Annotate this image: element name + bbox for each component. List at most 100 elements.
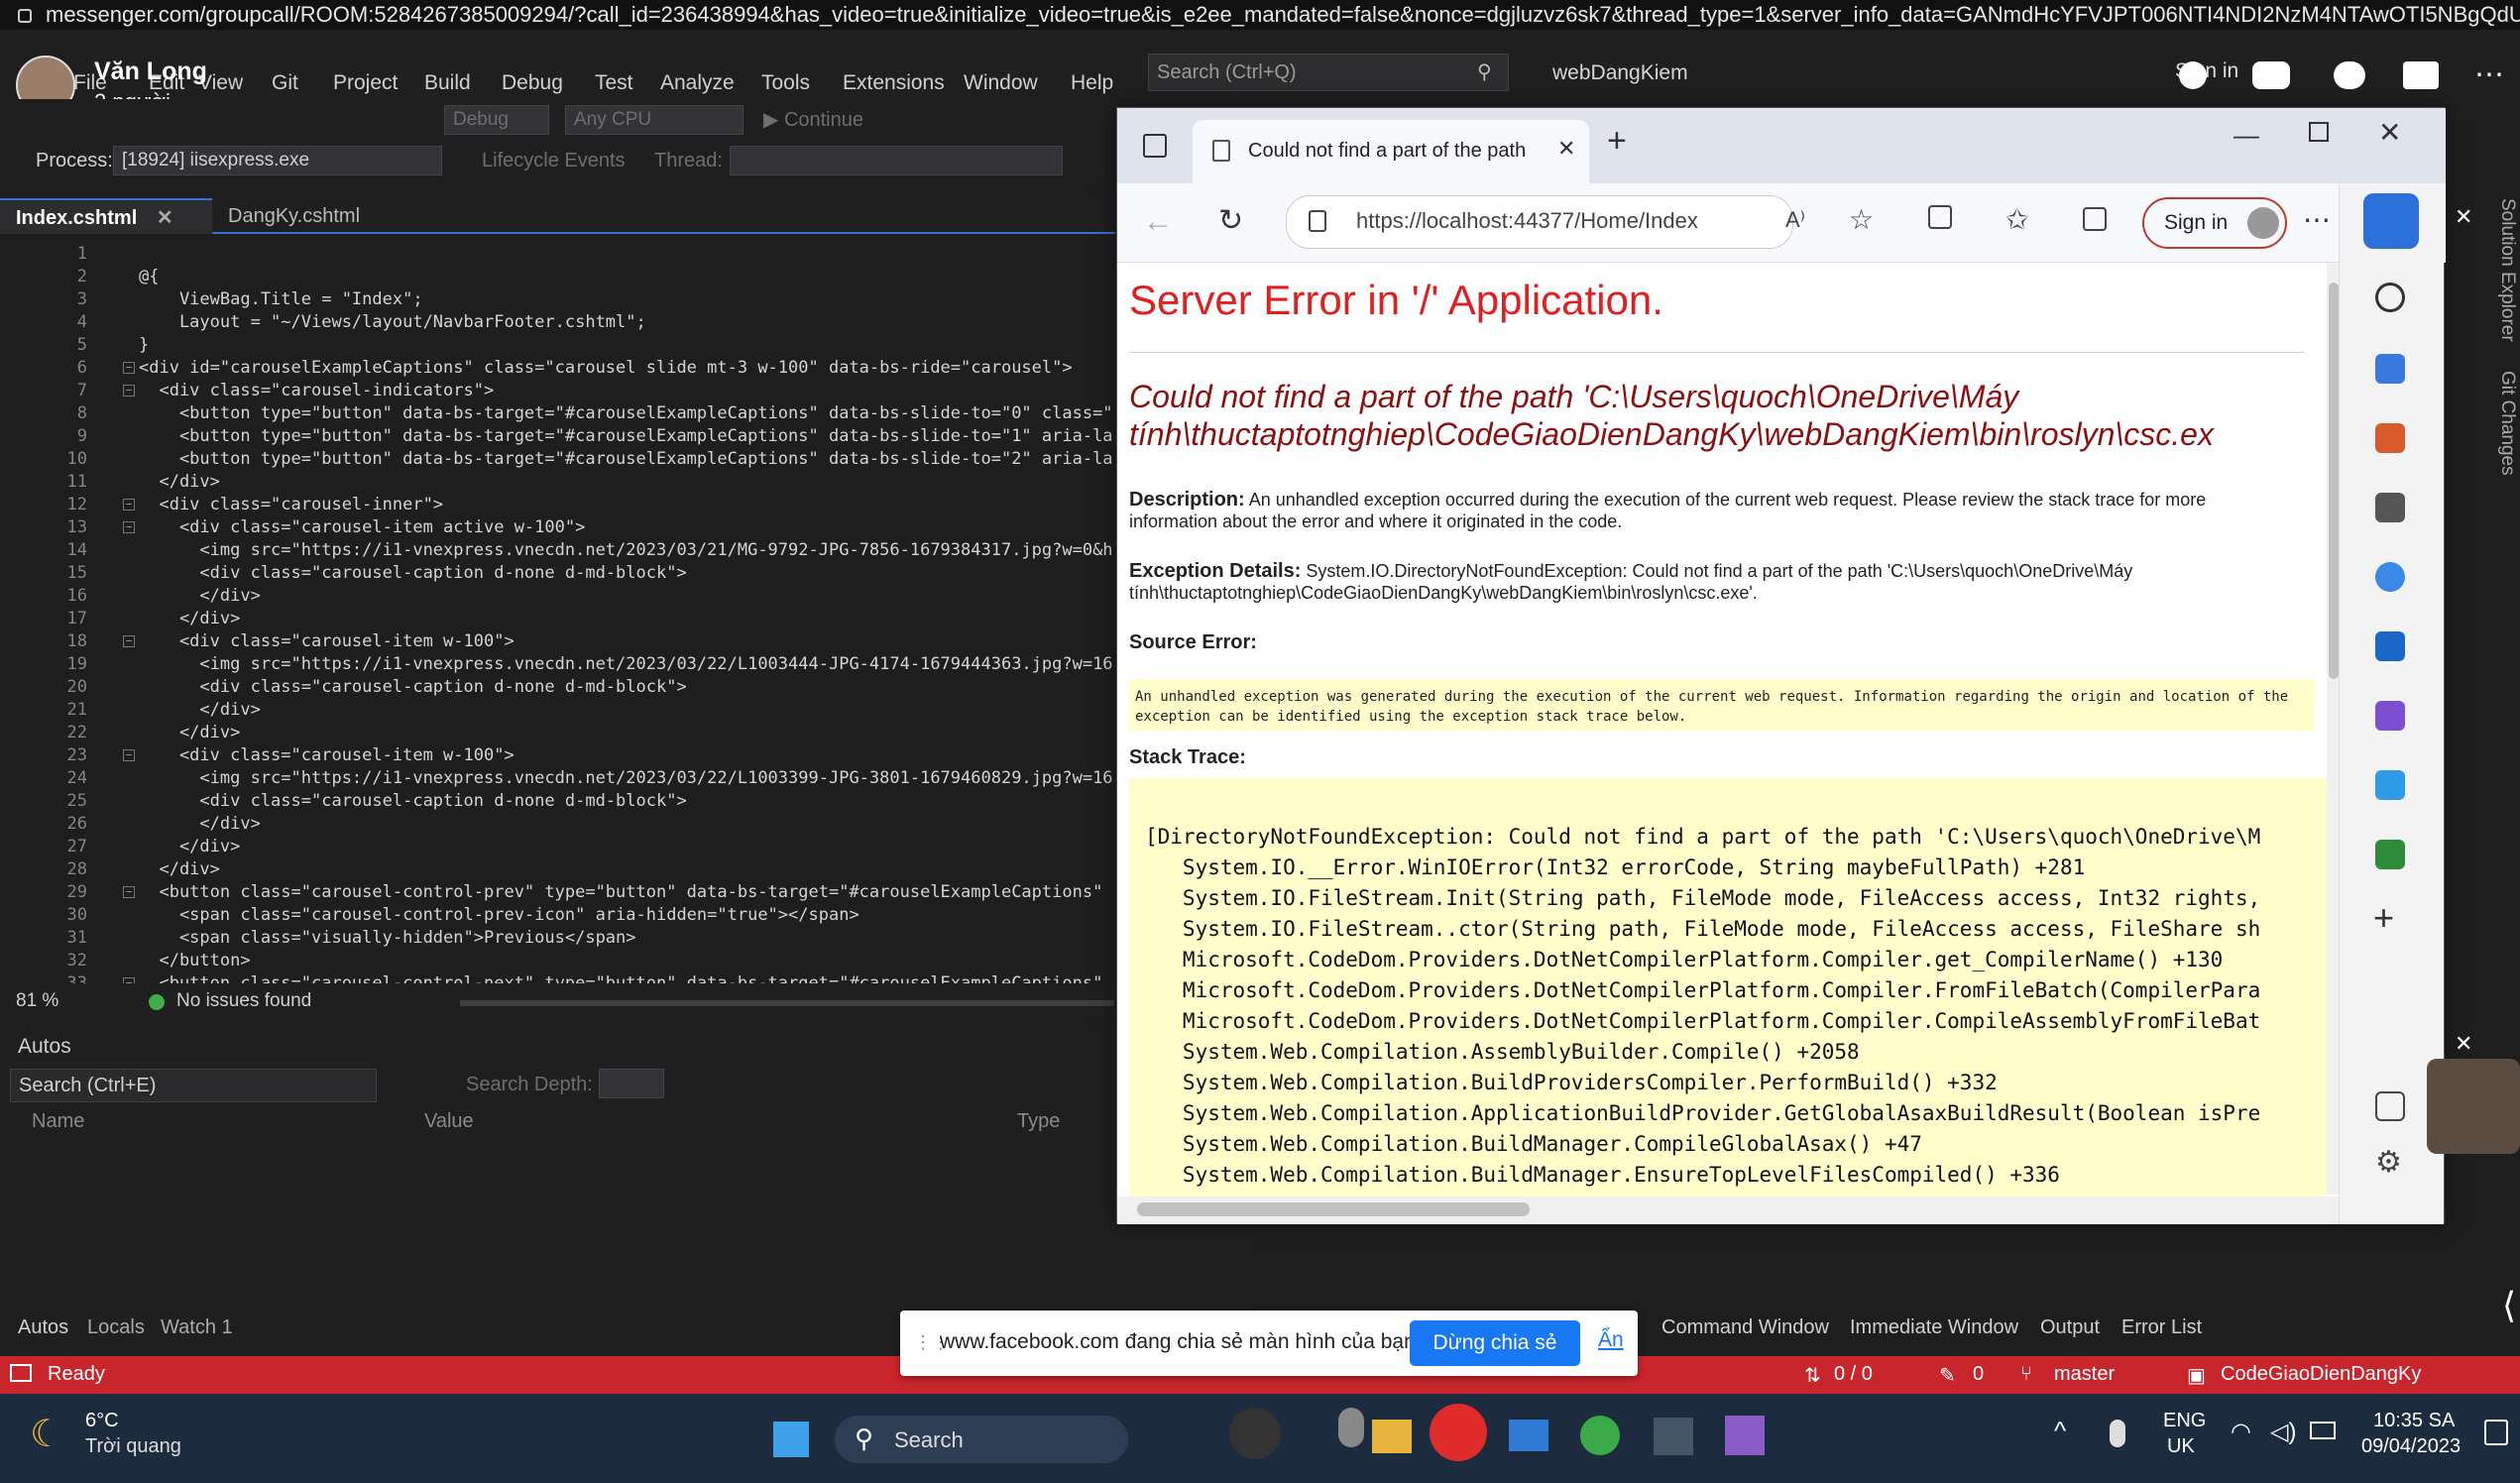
code-line[interactable]: </div> — [139, 609, 240, 628]
back-icon[interactable]: ← — [1143, 205, 1173, 239]
code-line[interactable]: <button type="button" data-bs-target="#c… — [139, 403, 1113, 423]
mic-tray-icon[interactable] — [2110, 1420, 2125, 1447]
fold-icon[interactable]: − — [123, 635, 135, 647]
refresh-icon[interactable]: ↻ — [1218, 203, 1243, 238]
repo-name[interactable]: CodeGiaoDienDangKy — [2221, 1363, 2421, 1386]
code-line[interactable]: <button type="button" data-bs-target="#c… — [139, 426, 1113, 446]
address-input[interactable]: https://localhost:44377/Home/Index — [1286, 195, 1793, 249]
code-line[interactable]: <div id="carouselExampleCaptions" class=… — [139, 358, 1073, 378]
clock-date[interactable]: 09/04/2023 — [2361, 1435, 2461, 1458]
code-line[interactable]: </div> — [139, 837, 240, 856]
office-icon[interactable] — [2375, 562, 2405, 592]
bing-icon[interactable] — [2363, 193, 2419, 249]
clock-time[interactable]: 10:35 SA — [2373, 1410, 2455, 1432]
maximize-icon[interactable] — [2309, 122, 2329, 142]
tab-error-list[interactable]: Error List — [2121, 1316, 2202, 1339]
play-icon[interactable] — [2403, 61, 2439, 89]
extensions-icon[interactable] — [1928, 205, 1952, 229]
code-line[interactable]: </div> — [139, 723, 240, 742]
code-line[interactable]: <div class="carousel-caption d-none d-md… — [139, 677, 686, 697]
close-panel-icon[interactable]: ✕ — [2455, 204, 2472, 230]
code-line[interactable]: @{ — [139, 267, 159, 286]
battery-icon[interactable] — [2310, 1422, 2336, 1439]
autos-search-input[interactable]: Search (Ctrl+E) — [10, 1069, 377, 1102]
horizontal-scrollbar[interactable] — [1117, 1197, 2339, 1224]
collections-icon[interactable] — [2083, 207, 2107, 231]
search-depth-select[interactable] — [599, 1069, 664, 1098]
taskbar-search[interactable]: ⚲ Search — [835, 1416, 1128, 1463]
menu-analyze[interactable]: Analyze — [660, 71, 735, 95]
new-tab-icon[interactable]: + — [1607, 122, 1627, 161]
signin-button[interactable]: Sign in — [2142, 197, 2287, 249]
code-line[interactable]: </div> — [139, 859, 219, 879]
search-icon[interactable] — [2375, 283, 2405, 312]
platform-select[interactable]: Any CPU — [565, 105, 744, 135]
code-line[interactable]: <button type="button" data-bs-target="#c… — [139, 449, 1113, 469]
branch-name[interactable]: master — [2054, 1363, 2115, 1386]
games-icon[interactable] — [2375, 493, 2405, 522]
code-line[interactable]: <div class="carousel-caption d-none d-md… — [139, 563, 686, 583]
continue-button[interactable]: ▶ Continue — [763, 107, 863, 132]
tree-icon[interactable] — [2375, 840, 2405, 869]
menu-debug[interactable]: Debug — [502, 71, 563, 95]
tab-autos[interactable]: Autos — [18, 1316, 68, 1339]
horizontal-scrollbar[interactable] — [460, 1000, 1114, 1006]
code-line[interactable]: <img src="https://i1-vnexpress.vnecdn.ne… — [139, 654, 1112, 674]
code-editor[interactable]: 1 2 @{3 ViewBag.Title = "Index"; 4 Layout =… — [0, 234, 1115, 983]
tab-output[interactable]: Output — [2040, 1316, 2100, 1339]
outlook-icon[interactable] — [2375, 631, 2405, 661]
minimize-icon[interactable]: — — [2234, 120, 2259, 151]
menu-window[interactable]: Window — [964, 71, 1038, 95]
notification-icon[interactable] — [2484, 1420, 2508, 1445]
more-icon[interactable]: ⋯ — [2303, 203, 2331, 236]
mail-icon[interactable] — [1509, 1420, 1548, 1451]
tab-locals[interactable]: Locals — [87, 1316, 145, 1339]
lang-2[interactable]: UK — [2167, 1435, 2195, 1458]
wifi-icon[interactable]: ◠ — [2231, 1418, 2251, 1446]
code-line[interactable]: <button class="carousel-control-prev" ty… — [139, 882, 1102, 902]
code-line[interactable]: <div class="carousel-item active w-100"> — [139, 517, 585, 537]
chrome-icon[interactable] — [1580, 1416, 1620, 1455]
fold-icon[interactable]: − — [123, 362, 135, 374]
code-line[interactable]: </div> — [139, 700, 260, 720]
code-line[interactable]: <span class="carousel-control-prev-icon"… — [139, 905, 859, 925]
vs-search-input[interactable]: Search (Ctrl+Q) — [1148, 54, 1509, 91]
tab-command-window[interactable]: Command Window — [1661, 1316, 1829, 1339]
code-line[interactable]: <span class="visually-hidden">Previous</… — [139, 928, 636, 948]
file-explorer-icon[interactable] — [1372, 1420, 1412, 1453]
end-call-button[interactable] — [1430, 1404, 1487, 1461]
col-name[interactable]: Name — [32, 1110, 84, 1133]
fold-icon[interactable]: − — [123, 499, 135, 511]
close-icon[interactable]: ✕ — [157, 207, 173, 229]
close-tab-icon[interactable]: ✕ — [1557, 136, 1575, 162]
camera-off-icon[interactable] — [1229, 1408, 1281, 1459]
fold-icon[interactable]: − — [123, 521, 135, 533]
tools-icon[interactable] — [2375, 423, 2405, 453]
col-type[interactable]: Type — [1017, 1110, 1060, 1133]
hscroll-thumb[interactable] — [1137, 1202, 1530, 1216]
code-line[interactable]: <img src="https://i1-vnexpress.vnecdn.ne… — [139, 540, 1112, 560]
chevron-left-icon[interactable]: ⟨ — [2502, 1285, 2516, 1326]
col-value[interactable]: Value — [424, 1110, 474, 1133]
fold-icon[interactable]: − — [123, 886, 135, 898]
gamepad-icon[interactable] — [2252, 61, 2290, 89]
process-select[interactable]: [18924] iisexpress.exe — [113, 146, 442, 175]
monitor-icon[interactable] — [1654, 1418, 1693, 1455]
send-icon[interactable] — [2375, 770, 2405, 800]
config-select[interactable]: Debug — [444, 105, 549, 135]
chevron-up-icon[interactable]: ^ — [2054, 1416, 2066, 1446]
close-webcam-icon[interactable]: ✕ — [2455, 1031, 2472, 1057]
tab-actions-icon[interactable] — [1143, 134, 1167, 158]
favorite-icon[interactable]: ☆ — [1849, 203, 1874, 236]
lang-1[interactable]: ENG — [2163, 1410, 2206, 1432]
stop-sharing-button[interactable]: Dừng chia sẻ — [1410, 1320, 1580, 1366]
code-line[interactable]: <div class="carousel-inner"> — [139, 495, 443, 514]
tab-watch[interactable]: Watch 1 — [161, 1316, 233, 1339]
menu-test[interactable]: Test — [595, 71, 633, 95]
browser-url-bar[interactable]: messenger.com/groupcall/ROOM:52842673850… — [0, 0, 2520, 30]
menu-help[interactable]: Help — [1071, 71, 1113, 95]
scroll-thumb[interactable] — [2329, 283, 2339, 679]
weather-temp[interactable]: 6°C — [85, 1410, 119, 1432]
fold-icon[interactable]: − — [123, 977, 135, 983]
more-icon[interactable]: ⋯ — [2474, 57, 2504, 92]
